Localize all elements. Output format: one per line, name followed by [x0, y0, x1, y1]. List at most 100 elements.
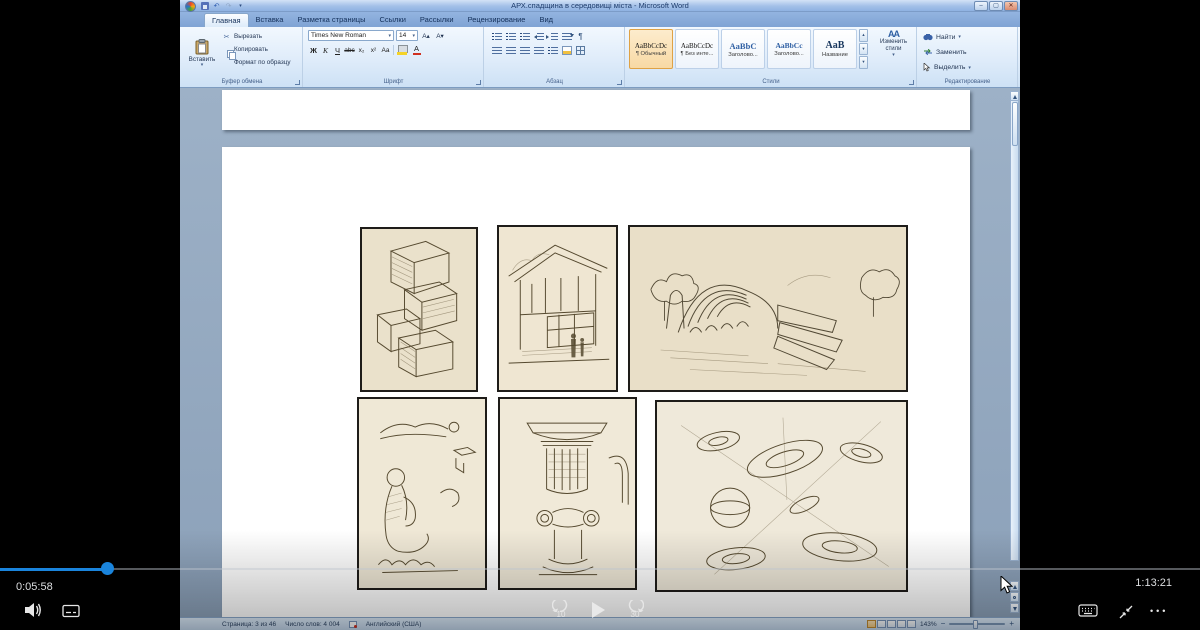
- outline-view-button[interactable]: [897, 620, 906, 628]
- seek-bar-handle[interactable]: [101, 562, 114, 575]
- style-no-spacing[interactable]: AaBbCcDc ¶ Без инте...: [675, 29, 719, 69]
- skip-forward-button[interactable]: 30: [622, 600, 648, 619]
- language-indicator[interactable]: Английский (США): [366, 621, 422, 628]
- clipboard-dialog-launcher[interactable]: [295, 80, 300, 85]
- tab-insert[interactable]: Вставка: [249, 13, 291, 27]
- show-marks-button[interactable]: ¶: [574, 30, 587, 42]
- page-indicator[interactable]: Страница: 3 из 46: [222, 621, 276, 628]
- sort-button[interactable]: [560, 30, 573, 42]
- decrease-indent-button[interactable]: [532, 30, 545, 42]
- bullet-list-icon: [492, 32, 502, 41]
- grow-font-button[interactable]: А▴: [420, 30, 432, 41]
- exit-fullscreen-button[interactable]: [1118, 604, 1134, 625]
- draft-view-button[interactable]: [907, 620, 916, 628]
- replace-button[interactable]: Заменить: [923, 48, 967, 56]
- zoom-level[interactable]: 143%: [920, 621, 937, 628]
- vertical-scrollbar[interactable]: [1010, 91, 1019, 561]
- change-styles-button[interactable]: АА Изменить стили ▾: [872, 29, 915, 75]
- play-button[interactable]: [590, 601, 606, 619]
- print-layout-view-button[interactable]: [867, 620, 876, 628]
- align-center-icon: [506, 46, 516, 55]
- gallery-down-button[interactable]: ▼: [859, 43, 868, 56]
- zoom-slider-handle[interactable]: [973, 620, 978, 629]
- maximize-button[interactable]: ▢: [989, 1, 1003, 11]
- zoom-slider[interactable]: [949, 623, 1005, 625]
- gallery-expand-button[interactable]: ▼: [859, 56, 868, 69]
- seek-bar[interactable]: [0, 568, 1200, 570]
- style-heading1[interactable]: AaBbC Заголово...: [721, 29, 765, 69]
- sketch-ellipse-study: [655, 400, 908, 592]
- align-left-button[interactable]: [490, 44, 503, 56]
- line-spacing-button[interactable]: [546, 44, 559, 56]
- style-normal[interactable]: AaBbCcDc ¶ Обычный: [629, 29, 673, 69]
- select-button[interactable]: Выделить▾: [923, 63, 971, 72]
- underline-button[interactable]: Ч: [332, 44, 343, 56]
- volume-button[interactable]: [24, 602, 44, 623]
- tab-view[interactable]: Вид: [532, 13, 560, 27]
- scroll-up-button[interactable]: [1011, 92, 1018, 101]
- superscript-button[interactable]: x²: [368, 44, 379, 56]
- multilevel-list-button[interactable]: [518, 30, 531, 42]
- style-heading2[interactable]: AaBbCc Заголово...: [767, 29, 811, 69]
- total-time: 1:13:21: [1135, 577, 1172, 589]
- highlight-button[interactable]: [396, 44, 409, 56]
- tab-references[interactable]: Ссылки: [372, 13, 412, 27]
- zoom-in-button[interactable]: +: [1009, 620, 1014, 628]
- paste-button[interactable]: Вставить ▾: [185, 29, 219, 76]
- copy-button[interactable]: Копировать: [222, 43, 302, 56]
- redo-button[interactable]: ↷: [224, 2, 233, 11]
- italic-button[interactable]: К: [320, 44, 331, 56]
- find-button[interactable]: Найти▾: [923, 33, 961, 41]
- tab-mailings[interactable]: Рассылки: [413, 13, 461, 27]
- spellcheck-icon[interactable]: [349, 621, 357, 628]
- zoom-out-button[interactable]: −: [941, 620, 946, 628]
- cut-button[interactable]: ✂Вырезать: [222, 30, 302, 43]
- minimize-button[interactable]: ‒: [974, 1, 988, 11]
- scrollbar-thumb[interactable]: [1012, 102, 1018, 146]
- bullets-button[interactable]: [490, 30, 503, 42]
- sketch-house-perspective: [497, 225, 618, 392]
- font-name-select[interactable]: Times New Roman▾: [308, 30, 394, 41]
- gallery-up-button[interactable]: ▲: [859, 29, 868, 42]
- document-area[interactable]: [180, 88, 1020, 617]
- align-right-button[interactable]: [518, 44, 531, 56]
- borders-button[interactable]: [574, 44, 587, 56]
- font-color-button[interactable]: А: [410, 44, 423, 56]
- scissors-icon: ✂: [222, 33, 231, 41]
- next-page-button[interactable]: [1010, 603, 1019, 613]
- tab-home[interactable]: Главная: [204, 13, 249, 27]
- office-button-icon[interactable]: [185, 1, 196, 12]
- fullscreen-reading-view-button[interactable]: [877, 620, 886, 628]
- justify-button[interactable]: [532, 44, 545, 56]
- save-button[interactable]: [200, 2, 209, 11]
- subscript-button[interactable]: x₂: [356, 44, 367, 56]
- font-size-select[interactable]: 14▾: [396, 30, 418, 41]
- shrink-font-button[interactable]: А▾: [434, 30, 446, 41]
- align-center-button[interactable]: [504, 44, 517, 56]
- skip-back-button[interactable]: 10: [548, 600, 574, 619]
- styles-dialog-launcher[interactable]: [909, 80, 914, 85]
- more-options-button[interactable]: •••: [1150, 606, 1168, 616]
- keyboard-shortcuts-button[interactable]: [1078, 604, 1098, 622]
- change-case-button[interactable]: Аа: [380, 44, 391, 56]
- pilcrow-icon: ¶: [578, 32, 582, 41]
- tab-page-layout[interactable]: Разметка страницы: [290, 13, 372, 27]
- close-button[interactable]: ✕: [1004, 1, 1018, 11]
- shading-icon: [562, 46, 572, 55]
- sketch-figure-studies: [357, 397, 487, 590]
- numbering-button[interactable]: [504, 30, 517, 42]
- style-title[interactable]: AaB Название: [813, 29, 857, 69]
- word-count[interactable]: Число слов: 4 004: [285, 621, 340, 628]
- subtitles-button[interactable]: [62, 604, 80, 623]
- bold-button[interactable]: Ж: [308, 44, 319, 56]
- paragraph-dialog-launcher[interactable]: [617, 80, 622, 85]
- undo-button[interactable]: ↶: [212, 2, 221, 11]
- strikethrough-button[interactable]: abc: [344, 44, 355, 56]
- tab-review[interactable]: Рецензирование: [461, 13, 533, 27]
- seek-bar-progress: [0, 568, 102, 571]
- font-dialog-launcher[interactable]: [476, 80, 481, 85]
- shading-button[interactable]: [560, 44, 573, 56]
- web-layout-view-button[interactable]: [887, 620, 896, 628]
- increase-indent-button[interactable]: [546, 30, 559, 42]
- video-frame[interactable]: ↶ ↷ ▾ АРХ.спадщина в середовищі міста - …: [180, 0, 1020, 630]
